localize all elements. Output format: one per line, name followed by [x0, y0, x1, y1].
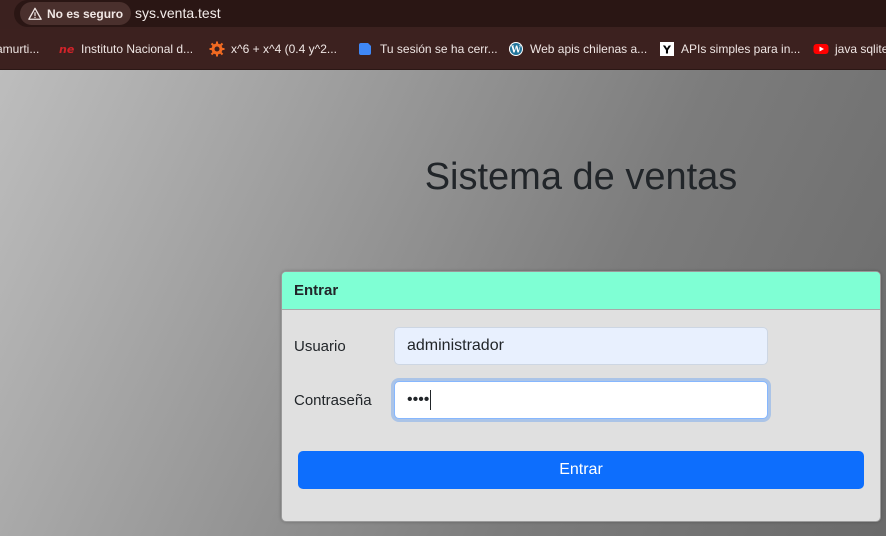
bookmark-item[interactable]: Y APIs simples para in...	[659, 40, 800, 58]
bookmark-label: x^6 + x^4 (0.4 y^2...	[231, 42, 337, 56]
bookmark-item[interactable]: Tu sesión se ha cerr...	[358, 40, 498, 58]
security-indicator[interactable]: No es seguro	[20, 2, 132, 25]
ycombinator-icon: Y	[659, 41, 675, 57]
bookmark-label: amurti...	[0, 42, 40, 56]
svg-text:Y: Y	[662, 44, 672, 57]
card-header: Entrar	[282, 272, 880, 310]
username-label: Usuario	[294, 337, 346, 355]
wordpress-icon: W	[508, 41, 524, 57]
url-text[interactable]: sys.venta.test	[135, 5, 221, 21]
bookmark-item[interactable]: java sqlite	[813, 40, 886, 58]
username-row: Usuario	[294, 327, 394, 365]
svg-text:ne: ne	[59, 43, 75, 56]
login-card: Entrar Usuario administrador Contraseña …	[281, 271, 881, 522]
svg-text:W: W	[510, 46, 522, 56]
security-label: No es seguro	[47, 6, 124, 21]
card-header-title: Entrar	[294, 282, 339, 299]
password-value: ••••	[407, 391, 430, 408]
bookmark-label: Web apis chilenas a...	[530, 42, 648, 56]
submit-button[interactable]: Entrar	[298, 451, 864, 489]
password-row: Contraseña	[294, 381, 394, 419]
blue-logo-icon	[358, 41, 374, 57]
wolfram-icon	[209, 41, 225, 57]
bookmarks-bar: amurti... ne Instituto Nacional d... x^6…	[0, 29, 886, 70]
page-content: Sistema de ventas Entrar Usuario adminis…	[0, 70, 886, 536]
bookmark-item[interactable]: ne Instituto Nacional d...	[59, 40, 193, 58]
warning-icon	[28, 7, 42, 20]
text-caret	[430, 390, 432, 410]
submit-button-label: Entrar	[559, 461, 603, 478]
bookmark-label: Tu sesión se ha cerr...	[380, 42, 498, 56]
bookmark-label: java sqlite	[835, 42, 886, 56]
username-input[interactable]: administrador	[394, 327, 768, 365]
bookmark-label: APIs simples para in...	[681, 42, 801, 56]
bookmark-item[interactable]: x^6 + x^4 (0.4 y^2...	[209, 40, 337, 58]
browser-address-bar: No es seguro sys.venta.test	[0, 0, 886, 29]
bookmark-item[interactable]: amurti...	[0, 40, 39, 58]
ine-logo-icon: ne	[59, 41, 75, 57]
page-title: Sistema de ventas	[424, 156, 738, 198]
bookmark-item[interactable]: W Web apis chilenas a...	[508, 40, 647, 58]
youtube-icon	[813, 41, 829, 57]
password-label: Contraseña	[294, 391, 372, 409]
password-input[interactable]: ••••	[394, 381, 768, 419]
username-value: administrador	[407, 337, 504, 354]
bookmark-label: Instituto Nacional d...	[81, 42, 194, 56]
